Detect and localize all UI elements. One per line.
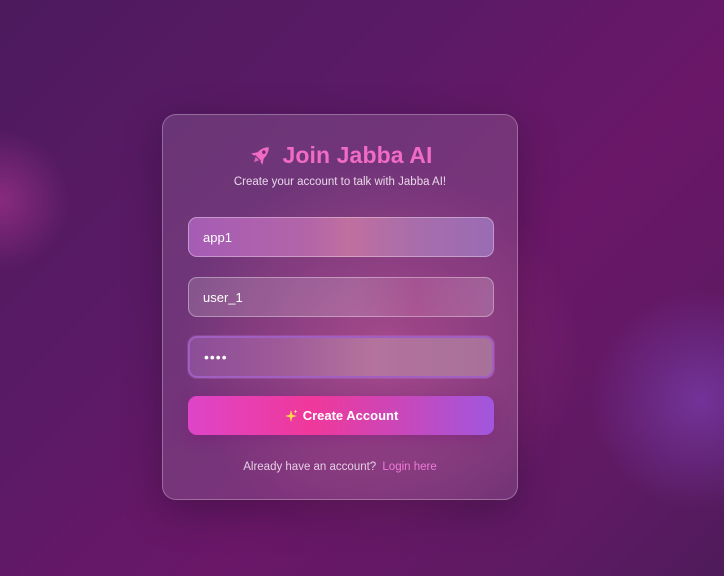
title-row: Join Jabba AI	[163, 140, 517, 170]
username-input[interactable]	[188, 277, 494, 317]
page-subtitle: Create your account to talk with Jabba A…	[233, 176, 447, 188]
password-input[interactable]	[188, 336, 494, 378]
app-name-input[interactable]	[188, 217, 494, 257]
create-account-button[interactable]: Create Account	[188, 396, 494, 435]
sparkles-icon	[284, 409, 298, 422]
signup-card: Join Jabba AI Create your account to tal…	[162, 114, 518, 500]
rocket-icon	[250, 147, 269, 165]
login-link[interactable]: Login here	[382, 461, 436, 473]
page-title: Join Jabba AI	[282, 141, 433, 168]
login-prompt-text: Already have an account?	[243, 461, 377, 473]
login-prompt: Already have an account? Login here	[163, 461, 517, 473]
create-account-label: Create Account	[302, 408, 399, 423]
